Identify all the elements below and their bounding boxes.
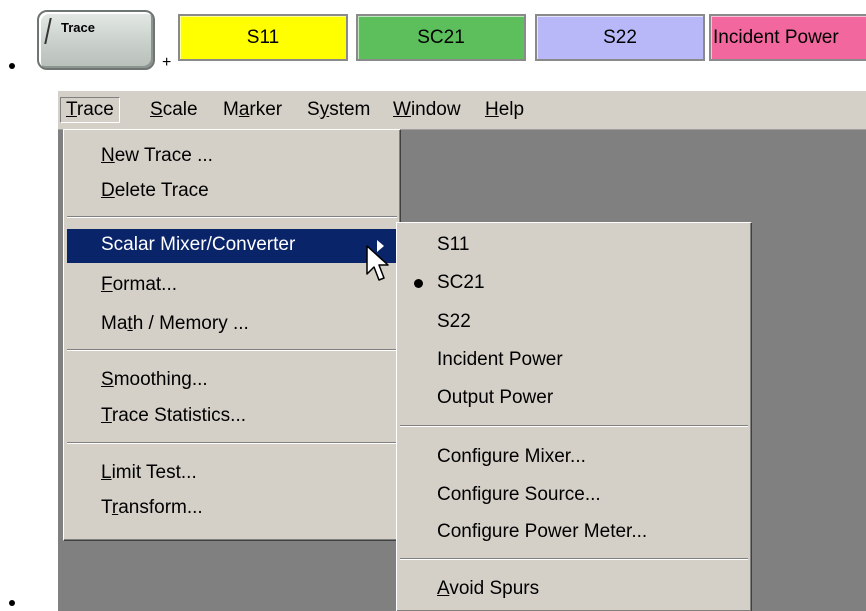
menu-item-delete-trace[interactable]: Delete Trace [101,180,209,202]
menu-item-scalar-mixer-converter-label: Scalar Mixer/Converter [101,234,296,255]
softkey-s22[interactable]: S22 [535,14,705,61]
menu-separator [67,216,397,218]
softkey-s11[interactable]: S11 [178,14,348,61]
menu-item-limit-test[interactable]: Limit Test... [101,462,197,484]
softkey-sc21[interactable]: SC21 [356,14,526,61]
menu-marker[interactable]: Marker [217,97,288,123]
submenu-item-configure-mixer[interactable]: Configure Mixer... [437,446,586,468]
menu-bar: Trace Scale Marker System Window Help [58,91,866,130]
key-notch-icon [44,18,52,44]
mouse-cursor-icon [366,245,389,281]
menu-help[interactable]: Help [479,97,530,123]
submenu-item-incident-power[interactable]: Incident Power [437,349,563,371]
menu-system[interactable]: System [301,97,376,123]
list-bullet [9,600,15,606]
menu-separator [67,349,397,351]
submenu-item-s11[interactable]: S11 [437,234,469,256]
submenu-item-configure-power-meter[interactable]: Configure Power Meter... [437,521,647,543]
softkey-incident-power[interactable]: Incident Power [709,14,866,61]
menu-trace[interactable]: Trace [60,97,120,123]
menu-scale[interactable]: Scale [144,97,204,123]
list-bullet [9,63,15,69]
trace-hardkey-label: Trace [61,20,95,35]
menu-item-trace-statistics[interactable]: Trace Statistics... [101,405,246,427]
menu-separator [67,442,397,444]
submenu-item-output-power[interactable]: Output Power [437,387,553,409]
submenu-item-configure-source[interactable]: Configure Source... [437,484,601,506]
menu-item-smoothing[interactable]: Smoothing... [101,369,208,391]
selected-radio-dot-icon [414,279,423,288]
menu-item-format[interactable]: Format... [101,274,177,296]
menu-item-transform[interactable]: Transform... [101,497,203,519]
submenu-item-s22[interactable]: S22 [437,311,471,333]
menu-item-math-memory[interactable]: Math / Memory ... [101,313,249,335]
menu-separator [400,558,748,560]
menu-separator [400,425,748,427]
menu-window[interactable]: Window [387,97,467,123]
plus-sign: + [162,54,172,71]
menu-item-new-trace[interactable]: New Trace ... [101,145,213,167]
trace-hardkey[interactable]: Trace [37,10,155,70]
submenu-item-sc21[interactable]: SC21 [437,272,485,294]
submenu-item-avoid-spurs[interactable]: Avoid Spurs [437,578,539,600]
